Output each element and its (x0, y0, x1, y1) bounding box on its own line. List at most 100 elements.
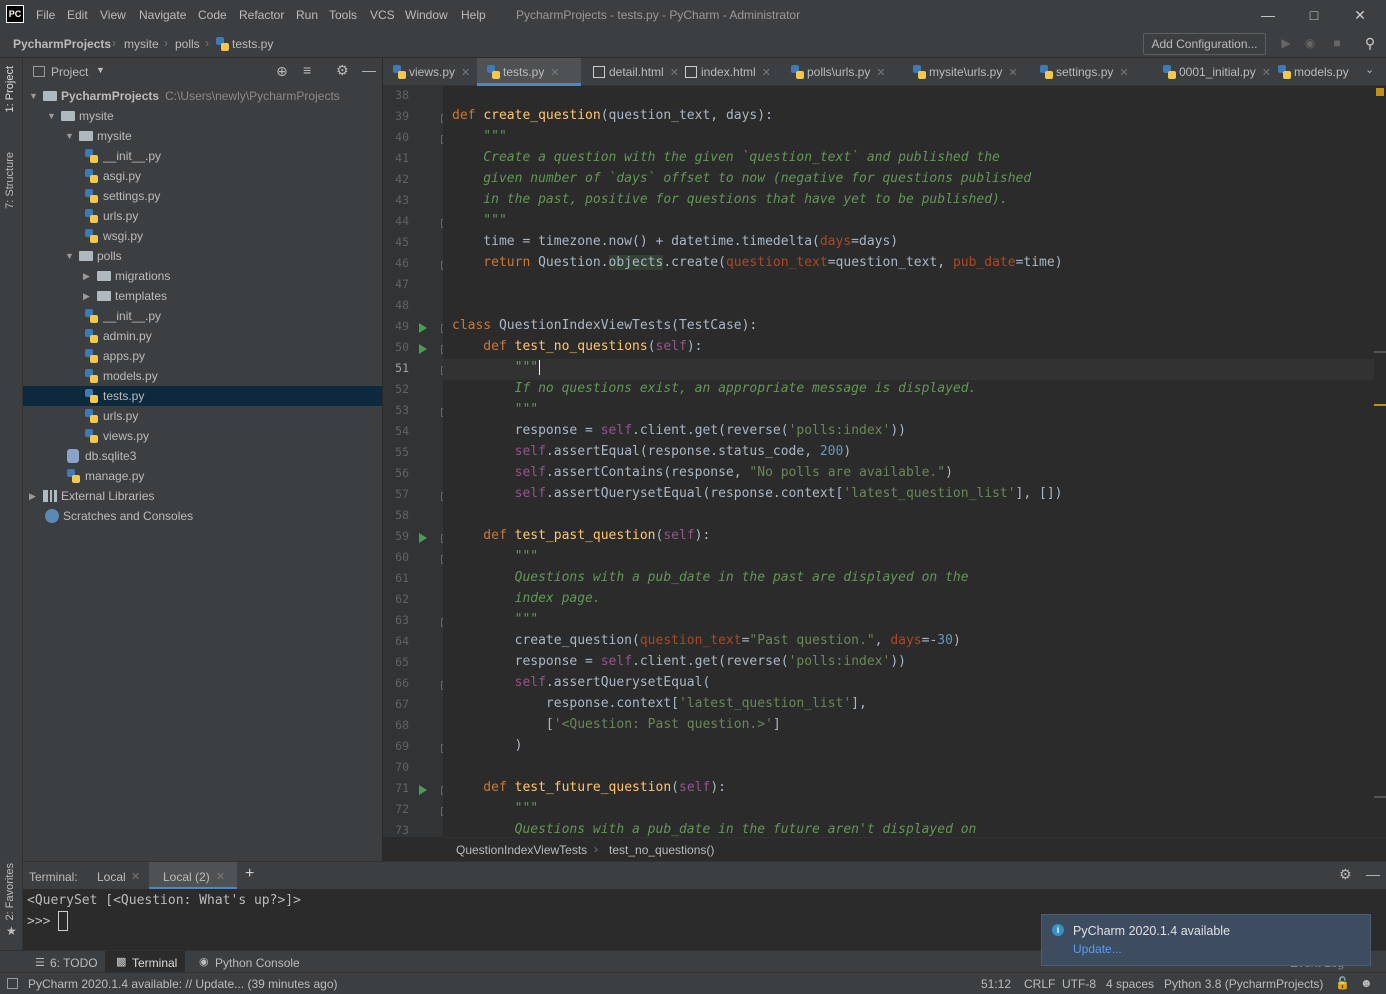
tree-item[interactable]: tests.py (23, 386, 382, 406)
tree-item[interactable]: models.py (23, 366, 382, 386)
tree-item[interactable]: wsgi.py (23, 226, 382, 246)
expand-arrow-icon[interactable]: ▼ (29, 86, 38, 106)
toggle-panels-icon[interactable] (7, 978, 18, 989)
editor-tab[interactable]: 0001_initial.py ✕ (1153, 58, 1271, 86)
add-tab-icon[interactable]: + (245, 865, 254, 883)
close-tab-icon[interactable]: ✕ (876, 67, 885, 79)
tree-item[interactable]: __init__.py (23, 306, 382, 326)
menu-help[interactable]: Help (461, 8, 486, 22)
editor-tab[interactable]: index.html ✕ (675, 58, 779, 86)
caret-position[interactable]: 51:12 (981, 977, 1011, 991)
tree-item[interactable]: Scratches and Consoles (23, 506, 382, 526)
tree-item[interactable]: views.py (23, 426, 382, 446)
run-test-icon[interactable] (419, 344, 427, 354)
close-tab-icon[interactable]: ✕ (1119, 67, 1128, 79)
code-editor[interactable]: def create_question(question_text, days)… (443, 86, 1374, 837)
chevron-down-icon[interactable]: ⌄ (1365, 63, 1374, 76)
close-tab-icon[interactable]: ✕ (762, 67, 771, 79)
editor-scrollbar[interactable] (1374, 86, 1386, 837)
gear-icon[interactable]: ⚙ (336, 62, 349, 79)
locate-icon[interactable]: ⊕ (276, 63, 288, 80)
editor-tab[interactable]: mysite\urls.py ✕ (903, 58, 1028, 86)
run-icon[interactable]: ▶ (1278, 35, 1294, 51)
update-notification[interactable]: i PyCharm 2020.1.4 available Update... (1041, 914, 1371, 966)
hide-panel-icon[interactable]: — (362, 62, 376, 78)
tree-item[interactable]: admin.py (23, 326, 382, 346)
status-message[interactable]: PyCharm 2020.1.4 available: // Update...… (28, 977, 338, 991)
project-panel-title[interactable]: Project (51, 65, 88, 79)
tree-item[interactable]: __init__.py (23, 146, 382, 166)
tree-item[interactable]: db.sqlite3 (23, 446, 382, 466)
project-tool-tab[interactable]: 1: Project (4, 66, 16, 112)
menu-refactor[interactable]: Refactor (239, 8, 284, 22)
stop-icon[interactable]: ■ (1329, 35, 1345, 51)
collapse-arrow-icon[interactable]: ▶ (29, 486, 36, 506)
tree-item[interactable]: ▶ External Libraries (23, 486, 382, 506)
debug-icon[interactable]: ◉ (1302, 35, 1318, 51)
collapse-all-icon[interactable]: ≡ (303, 62, 311, 78)
editor-tab[interactable]: detail.html ✕ (583, 58, 679, 86)
breadcrumb-method[interactable]: test_no_questions() (609, 843, 714, 857)
add-configuration-button[interactable]: Add Configuration... (1143, 33, 1266, 55)
close-tab-icon[interactable]: ✕ (216, 870, 225, 883)
run-test-icon[interactable] (419, 323, 427, 333)
expand-arrow-icon[interactable]: ▼ (65, 246, 74, 266)
tree-item[interactable]: apps.py (23, 346, 382, 366)
menu-edit[interactable]: Edit (67, 8, 88, 22)
python-console-tool-button[interactable]: Python Console (215, 956, 300, 970)
collapse-arrow-icon[interactable]: ▶ (83, 266, 90, 286)
tree-item[interactable]: urls.py (23, 206, 382, 226)
tree-item[interactable]: ▶ migrations (23, 266, 382, 286)
breadcrumb-polls[interactable]: polls (175, 37, 200, 51)
run-test-icon[interactable] (419, 785, 427, 795)
maximize-icon[interactable]: □ (1304, 5, 1324, 25)
terminal-tab-local-2[interactable]: Local (2) (163, 870, 210, 884)
tree-item[interactable]: ▼ polls (23, 246, 382, 266)
tree-item[interactable]: ▶ templates (23, 286, 382, 306)
tree-item[interactable]: settings.py (23, 186, 382, 206)
menu-run[interactable]: Run (296, 8, 318, 22)
terminal-tool-button[interactable]: Terminal (132, 956, 177, 970)
tree-item[interactable]: ▼ mysite (23, 126, 382, 146)
minimize-icon[interactable]: — (1258, 5, 1278, 25)
indent-setting[interactable]: 4 spaces (1106, 977, 1154, 991)
close-tab-icon[interactable]: ✕ (550, 67, 559, 79)
tree-item[interactable]: manage.py (23, 466, 382, 486)
python-interpreter[interactable]: Python 3.8 (PycharmProjects) (1164, 977, 1323, 991)
terminal-tab-local[interactable]: Local (97, 870, 126, 884)
structure-tool-tab[interactable]: 7: Structure (4, 152, 16, 209)
editor-tab[interactable]: settings.py ✕ (1030, 58, 1151, 86)
gear-icon[interactable]: ⚙ (1339, 866, 1352, 883)
hide-panel-icon[interactable]: — (1366, 866, 1380, 882)
file-encoding[interactable]: UTF-8 (1062, 977, 1096, 991)
menu-code[interactable]: Code (198, 8, 227, 22)
breadcrumb-mysite[interactable]: mysite (124, 37, 159, 51)
editor-tab[interactable]: views.py ✕ (383, 58, 475, 86)
lock-icon[interactable]: 🔓 (1335, 976, 1350, 990)
editor-tab[interactable]: tests.py ✕ (477, 58, 581, 86)
expand-arrow-icon[interactable]: ▼ (65, 126, 74, 146)
update-link[interactable]: Update... (1073, 942, 1122, 956)
tree-item[interactable]: urls.py (23, 406, 382, 426)
close-icon[interactable]: ✕ (1350, 5, 1370, 25)
close-tab-icon[interactable]: ✕ (131, 870, 140, 883)
search-icon[interactable]: ⚲ (1362, 35, 1378, 51)
inspector-icon[interactable]: ☻ (1360, 976, 1373, 990)
menu-vcs[interactable]: VCS (370, 8, 395, 22)
collapse-arrow-icon[interactable]: ▶ (83, 286, 90, 306)
menu-tools[interactable]: Tools (329, 8, 357, 22)
menu-view[interactable]: View (100, 8, 126, 22)
menu-file[interactable]: File (36, 8, 55, 22)
editor-tab[interactable]: polls\urls.py ✕ (781, 58, 901, 86)
tree-item[interactable]: ▼ PycharmProjects C:\Users\newly\PycharmPr… (23, 86, 382, 106)
chevron-down-icon[interactable]: ▼ (96, 65, 105, 75)
close-tab-icon[interactable]: ✕ (461, 67, 470, 79)
menu-navigate[interactable]: Navigate (139, 8, 186, 22)
menu-window[interactable]: Window (405, 8, 448, 22)
todo-tool-button[interactable]: 6: TODO (50, 956, 98, 970)
favorites-tool-tab[interactable]: 2: Favorites (4, 863, 16, 920)
close-tab-icon[interactable]: ✕ (1008, 67, 1017, 79)
breadcrumb-class[interactable]: QuestionIndexViewTests (456, 843, 587, 857)
run-test-icon[interactable] (419, 533, 427, 543)
warning-marker[interactable] (1376, 88, 1384, 96)
